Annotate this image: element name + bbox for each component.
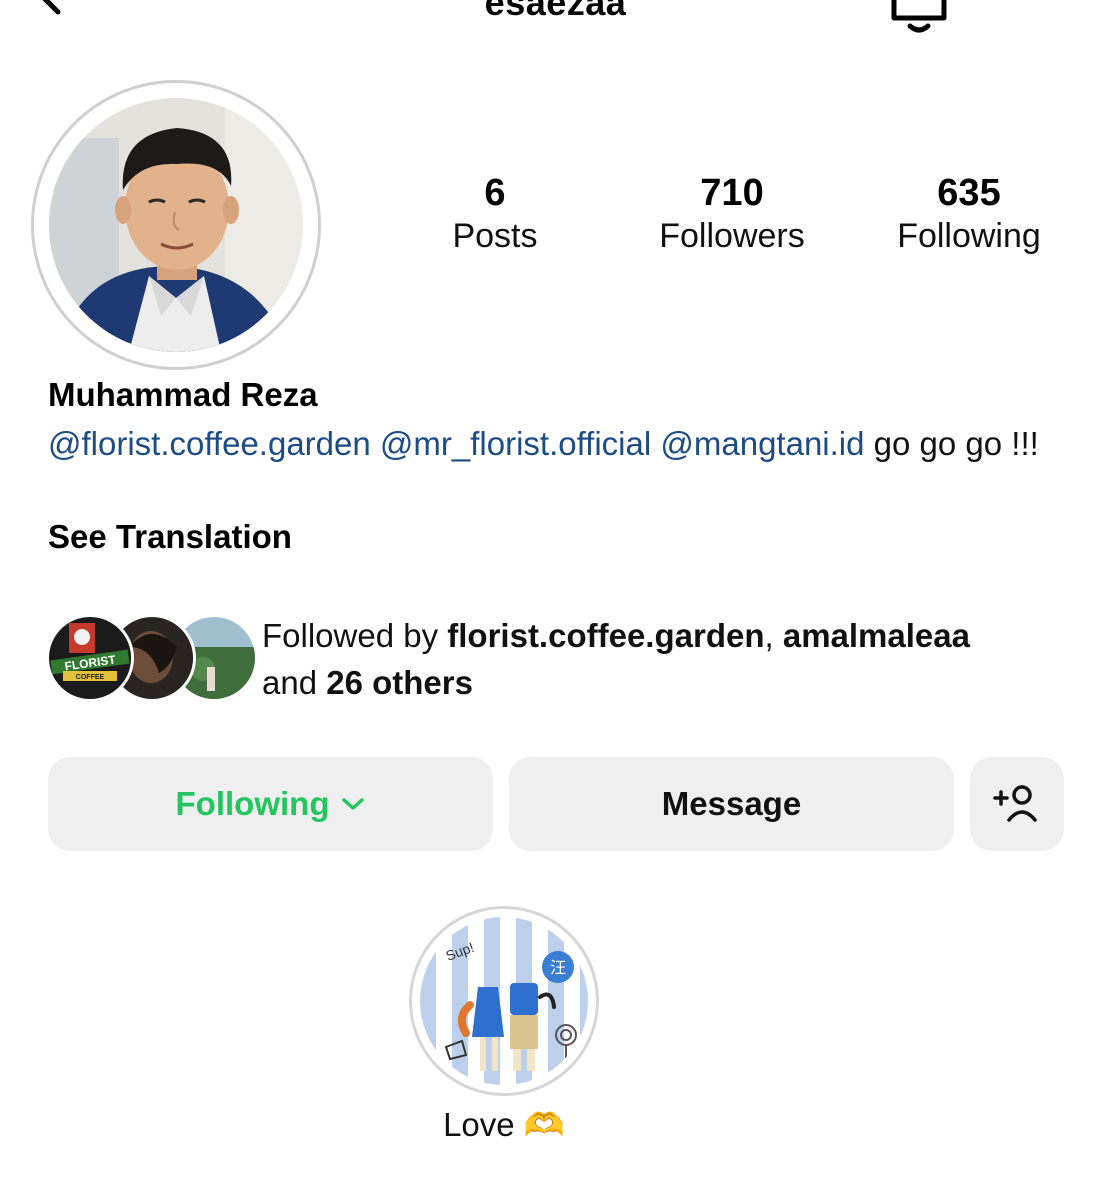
follower-avatar: FLORIST COFFEE [46, 614, 134, 702]
bio-text: go go go !!! [873, 425, 1039, 462]
suggested-people-button[interactable] [970, 757, 1064, 851]
follower-name: amalmaleaa [782, 617, 970, 654]
stat-following-label: Following [897, 217, 1041, 255]
stat-posts-label: Posts [452, 217, 538, 255]
message-button-label: Message [661, 785, 802, 822]
stat-followers[interactable]: 710 Followers [622, 170, 842, 256]
heart-hands-icon: 🫶 [523, 1106, 565, 1143]
highlight-label[interactable]: Love 🫶 [404, 1106, 604, 1145]
message-button[interactable]: Message [509, 757, 954, 851]
highlight-title: Love [443, 1106, 515, 1143]
profile-avatar[interactable] [49, 98, 303, 352]
following-button-label: Following [175, 785, 330, 822]
bio-mention[interactable]: @mr_florist.official [380, 425, 651, 462]
stat-posts[interactable]: 6 Posts [385, 170, 605, 256]
highlight-sticker-text: 汪 [550, 958, 566, 977]
followed-by-and: and [262, 664, 327, 701]
following-button[interactable]: Following [48, 757, 493, 851]
follower-avatar-text: COFFEE [76, 674, 105, 681]
stat-followers-count: 710 [700, 172, 764, 214]
followed-by-prefix: Followed by [262, 617, 448, 654]
highlight-cover[interactable]: Sup! 汪 [420, 917, 588, 1085]
top-bar: esaezaa [0, 0, 1111, 33]
bio: @florist.coffee.garden @mr_florist.offic… [48, 420, 1058, 467]
followed-by-others: 26 others [326, 664, 473, 701]
stat-following[interactable]: 635 Following [859, 170, 1079, 256]
stat-followers-label: Followers [659, 217, 805, 255]
stat-following-count: 635 [937, 172, 1001, 214]
more-horizontal-icon[interactable] [1002, 0, 1058, 8]
bio-mention[interactable]: @florist.coffee.garden [48, 425, 371, 462]
followed-by-text[interactable]: Followed by florist.coffee.garden, amalm… [262, 612, 1082, 706]
chevron-down-icon [342, 798, 365, 810]
add-person-icon [993, 785, 1037, 822]
follower-name: florist.coffee.garden [447, 617, 765, 654]
followed-by-avatars[interactable]: FLORIST COFFEE [46, 614, 258, 704]
full-name: Muhammad Reza [48, 376, 318, 413]
bio-mention[interactable]: @mangtani.id [660, 425, 864, 462]
bell-icon[interactable] [888, 0, 950, 34]
stat-posts-count: 6 [484, 172, 506, 214]
see-translation-link[interactable]: See Translation [48, 518, 292, 556]
